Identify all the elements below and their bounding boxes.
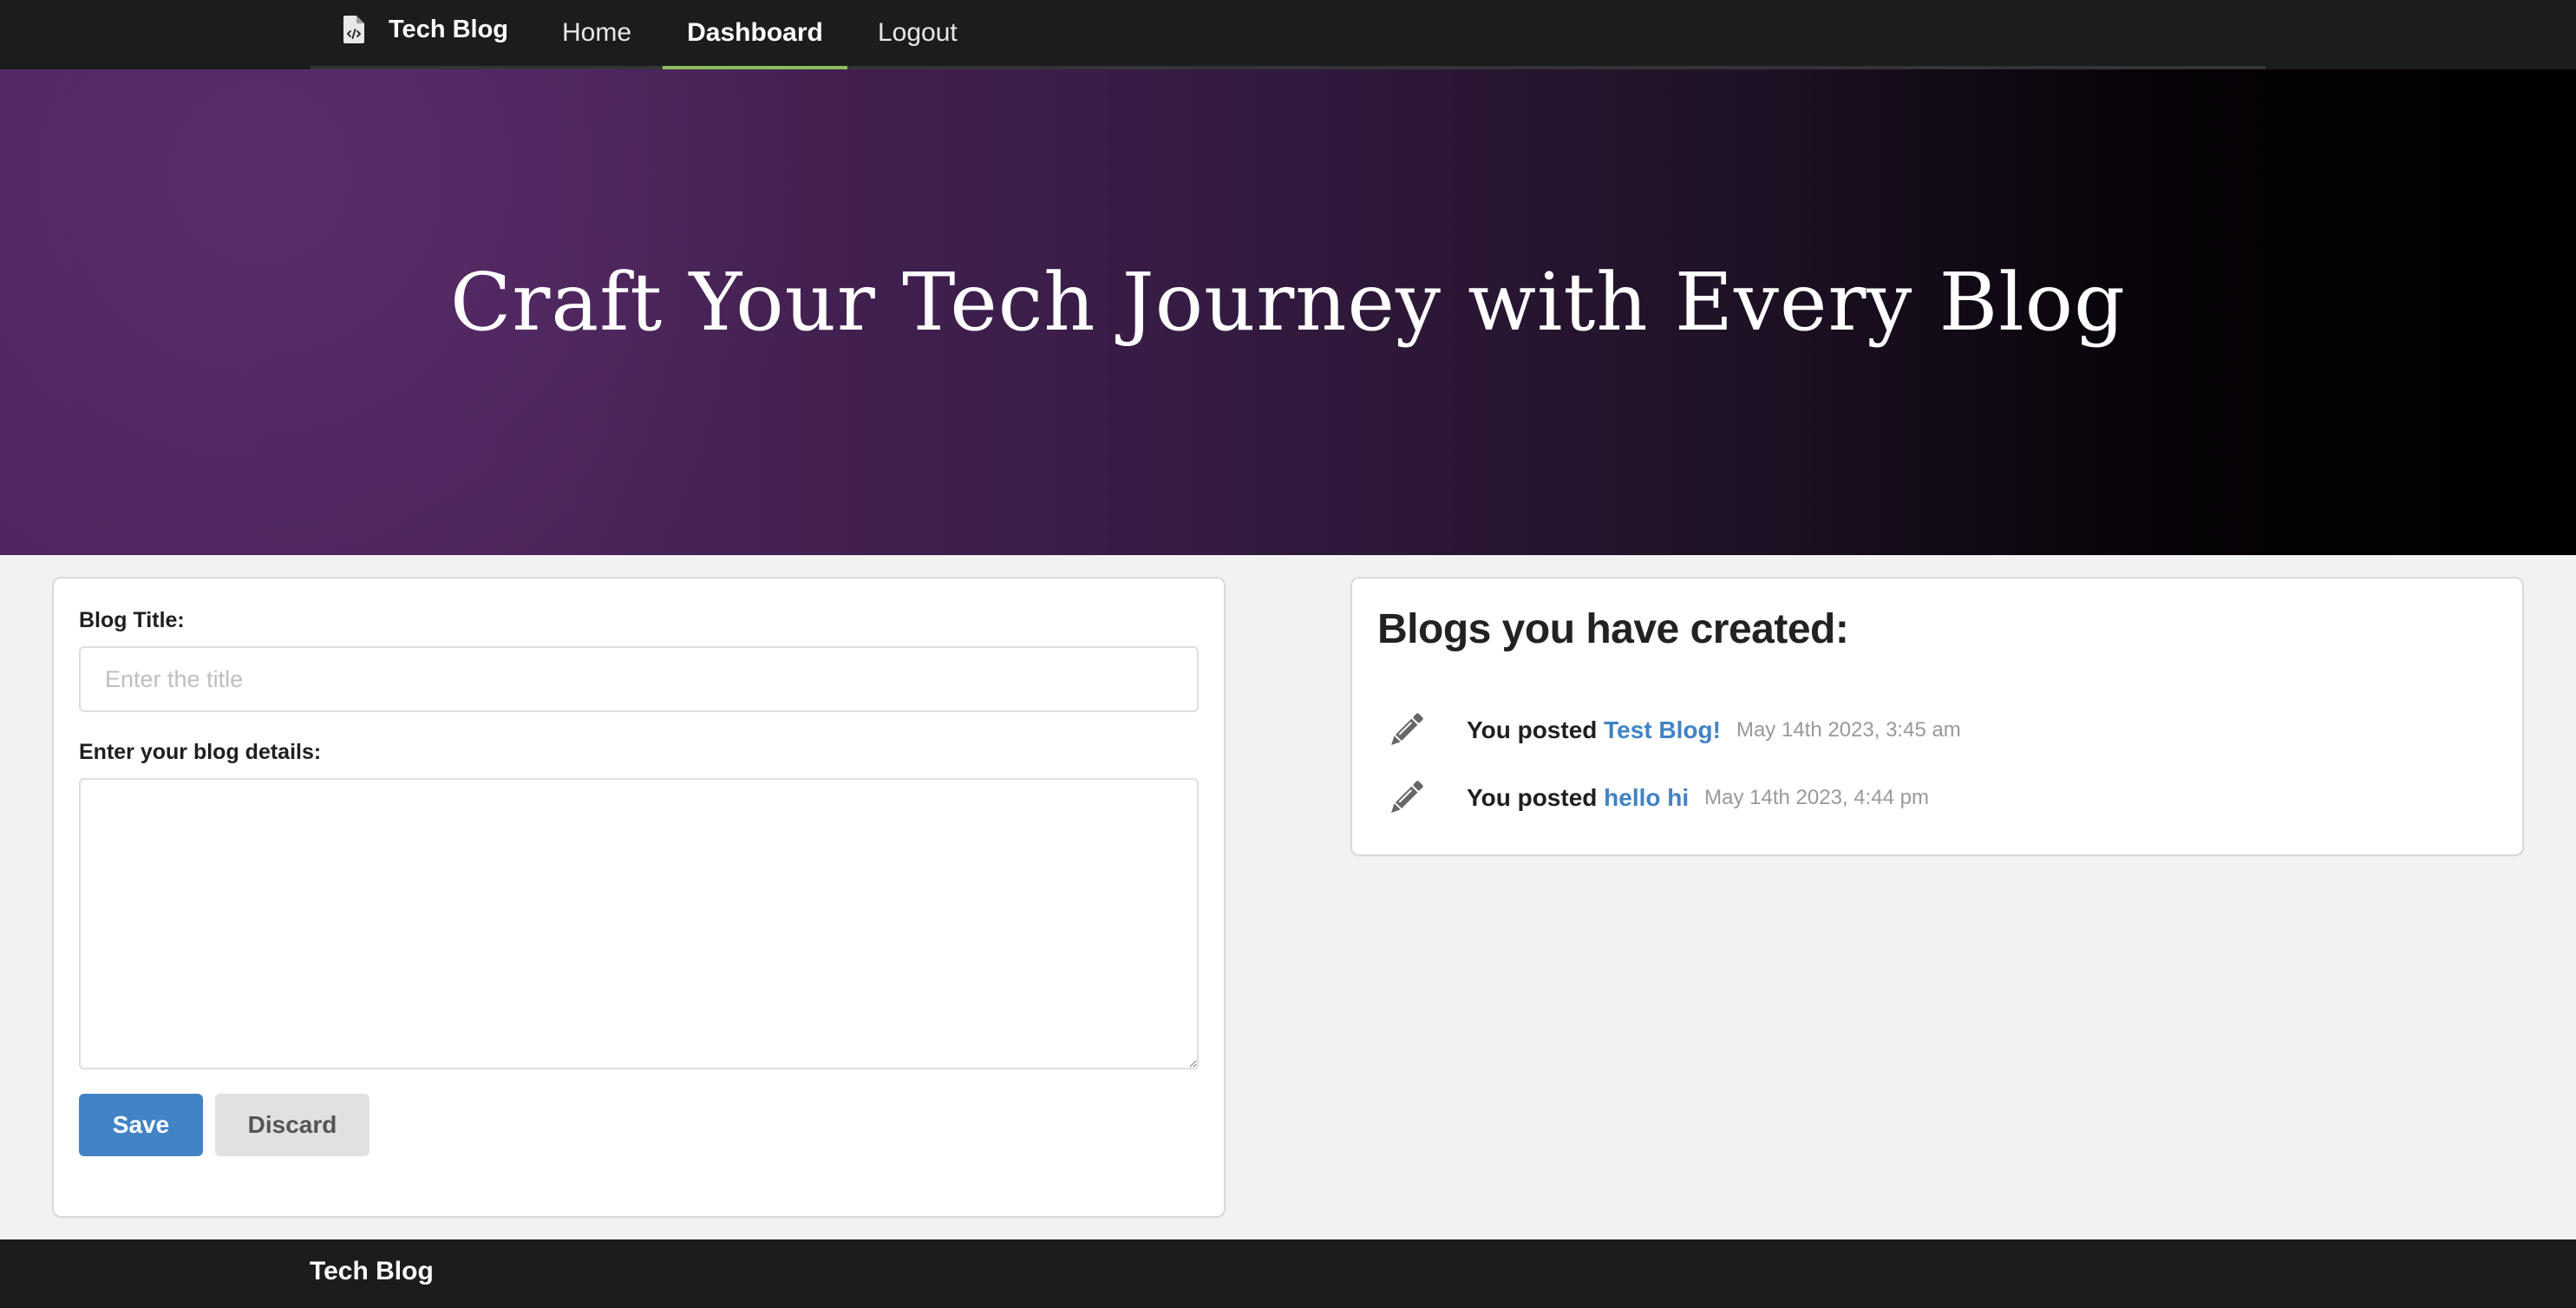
feed-prefix: You posted	[1467, 716, 1598, 743]
blogs-heading: Blogs you have created:	[1377, 606, 1849, 652]
list-item: You posted Test Blog! May 14th 2023, 3:4…	[1387, 709, 1961, 752]
hero-banner: Craft Your Tech Journey with Every Blog	[0, 69, 2576, 555]
feed-summary: You posted Test Blog!	[1467, 716, 1721, 744]
nav-dashboard[interactable]: Dashboard	[663, 0, 847, 69]
feed-date: May 14th 2023, 4:44 pm	[1704, 786, 1929, 809]
nav-logout[interactable]: Logout	[878, 0, 958, 66]
brand-label: Tech Blog	[389, 15, 509, 43]
navbar-container: Tech Blog Home Dashboard Logout	[311, 0, 2265, 69]
blog-details-label: Enter your blog details:	[79, 740, 322, 764]
footer: Tech Blog	[0, 1239, 2576, 1308]
nav-home[interactable]: Home	[562, 0, 631, 66]
blog-link[interactable]: Test Blog!	[1604, 716, 1721, 743]
blog-link[interactable]: hello hi	[1604, 784, 1689, 811]
list-item: You posted hello hi May 14th 2023, 4:44 …	[1387, 776, 1929, 820]
feed-prefix: You posted	[1467, 784, 1598, 811]
discard-button[interactable]: Discard	[215, 1094, 369, 1156]
pencil-icon	[1391, 781, 1423, 813]
blog-details-textarea[interactable]	[79, 778, 1199, 1069]
file-code-icon	[343, 16, 364, 43]
top-navbar: Tech Blog Home Dashboard Logout	[0, 0, 2576, 69]
blog-title-label: Blog Title:	[79, 608, 185, 632]
feed-summary: You posted hello hi	[1467, 784, 1689, 812]
pencil-icon	[1391, 713, 1423, 745]
hero-title: Craft Your Tech Journey with Every Blog	[450, 256, 2126, 349]
save-button[interactable]: Save	[79, 1094, 203, 1156]
feed-date: May 14th 2023, 3:45 am	[1736, 718, 1961, 742]
my-blogs-card: Blogs you have created: You posted Test …	[1352, 579, 2522, 854]
blog-title-input[interactable]	[79, 646, 1199, 712]
new-blog-form: Blog Title: Enter your blog details: Sav…	[54, 579, 1224, 1216]
footer-brand: Tech Blog	[310, 1257, 434, 1285]
brand-link[interactable]: Tech Blog	[343, 0, 508, 66]
